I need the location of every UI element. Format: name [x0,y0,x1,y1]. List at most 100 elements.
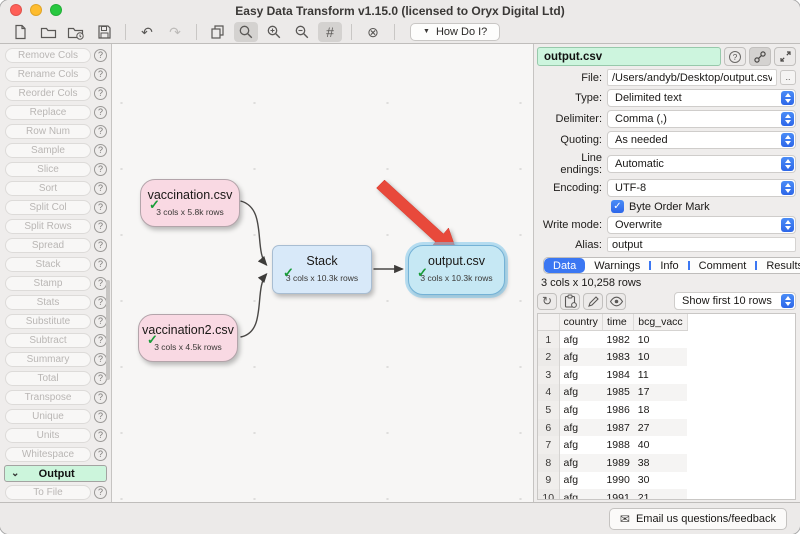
help-icon[interactable]: ? [94,163,107,176]
cell[interactable]: afg [559,454,602,472]
cell[interactable]: 17 [634,384,687,402]
cell[interactable]: 1987 [602,419,633,437]
help-icon[interactable]: ? [94,106,107,119]
sidebar-item-sample[interactable]: Sample [5,143,91,158]
cell[interactable]: 1985 [602,384,633,402]
cell[interactable]: 1982 [602,331,633,349]
email-feedback-button[interactable]: ✉ Email us questions/feedback [609,508,787,530]
cell[interactable]: 21 [634,489,687,500]
sidebar-item-slice[interactable]: Slice [5,162,91,177]
sidebar-item-to-file[interactable]: To File [5,485,91,500]
node-vaccination2-csv[interactable]: ✓ vaccination2.csv 3 cols x 4.5k rows [138,314,238,362]
help-icon[interactable]: ? [94,68,107,81]
preview-button[interactable] [606,293,626,310]
expand-button[interactable] [774,47,796,66]
edit-button[interactable] [583,293,603,310]
data-table[interactable]: country time bcg_vacc 1afg198210 2afg198… [537,313,796,500]
sidebar-item-whitespace[interactable]: Whitespace [5,447,91,462]
encoding-dropdown[interactable]: UTF-8 [607,179,796,197]
help-icon[interactable]: ? [94,429,107,442]
cell[interactable]: 38 [634,454,687,472]
refresh-button[interactable]: ↻ [537,293,557,310]
cell[interactable]: 1983 [602,348,633,366]
cell[interactable]: 10 [634,331,687,349]
help-icon[interactable]: ? [94,391,107,404]
cell[interactable]: 11 [634,366,687,384]
sidebar-item-summary[interactable]: Summary [5,352,91,367]
help-button[interactable]: ? [724,47,746,66]
flow-canvas[interactable]: ✓ vaccination.csv 3 cols x 5.8k rows ✓ S… [112,44,533,502]
quoting-dropdown[interactable]: As needed [607,131,796,149]
zoom-out-button[interactable] [290,22,314,42]
save-button[interactable] [92,22,116,42]
sidebar-scrollbar[interactable] [106,280,110,380]
help-icon[interactable]: ? [94,258,107,271]
browse-file-button[interactable]: .. [780,70,796,85]
cell[interactable]: 1988 [602,436,633,454]
sidebar-item-units[interactable]: Units [5,428,91,443]
help-icon[interactable]: ? [94,125,107,138]
sidebar-item-rename-cols[interactable]: Rename Cols [5,67,91,82]
help-icon[interactable]: ? [94,448,107,461]
byte-order-mark-checkbox[interactable]: ✓ [611,200,624,213]
cancel-button[interactable]: ⊗ [361,22,385,42]
file-path-input[interactable] [607,69,777,86]
copy-table-button[interactable] [560,293,580,310]
cell[interactable]: 10 [634,348,687,366]
cell[interactable]: afg [559,419,602,437]
cell[interactable]: afg [559,384,602,402]
cell[interactable]: 1986 [602,401,633,419]
toggle-grid-button[interactable]: # [318,22,342,42]
cell[interactable]: 1989 [602,454,633,472]
sidebar-item-remove-cols[interactable]: Remove Cols [5,48,91,63]
sidebar-item-substitute[interactable]: Substitute [5,314,91,329]
cell[interactable]: 1991 [602,489,633,500]
sidebar-item-stats[interactable]: Stats [5,295,91,310]
delimiter-dropdown[interactable]: Comma (,) [607,110,796,128]
sidebar-item-split-col[interactable]: Split Col [5,200,91,215]
node-name-input[interactable] [537,47,721,66]
help-icon[interactable]: ? [94,87,107,100]
tab-info[interactable]: Info [651,258,687,273]
tab-warnings[interactable]: Warnings [585,258,649,273]
line-endings-dropdown[interactable]: Automatic [607,155,796,173]
cell[interactable]: afg [559,489,602,500]
search-button[interactable] [234,22,258,42]
help-icon[interactable]: ? [94,239,107,252]
open-recent-button[interactable] [64,22,88,42]
help-icon[interactable]: ? [94,410,107,423]
node-output-csv[interactable]: ✓ output.csv 3 cols x 10.3k rows [408,245,505,295]
cell[interactable]: afg [559,401,602,419]
show-rows-dropdown[interactable]: Show first 10 rows [674,292,796,310]
tab-data[interactable]: Data [544,258,585,273]
sidebar-item-transpose[interactable]: Transpose [5,390,91,405]
cell[interactable]: afg [559,436,602,454]
tab-results[interactable]: Results [757,258,800,273]
sidebar-item-stack[interactable]: Stack [5,257,91,272]
sidebar-item-unique[interactable]: Unique [5,409,91,424]
col-header-country[interactable]: country [559,314,602,331]
tab-comment[interactable]: Comment [690,258,756,273]
cell[interactable]: 18 [634,401,687,419]
node-vaccination-csv[interactable]: ✓ vaccination.csv 3 cols x 5.8k rows [140,179,240,227]
sidebar-item-sort[interactable]: Sort [5,181,91,196]
cell[interactable]: afg [559,472,602,490]
sidebar-item-row-num[interactable]: Row Num [5,124,91,139]
col-header-time[interactable]: time [602,314,633,331]
cell[interactable]: 1990 [602,472,633,490]
sidebar-item-split-rows[interactable]: Split Rows [5,219,91,234]
alias-input[interactable] [607,237,796,252]
new-file-button[interactable] [8,22,32,42]
sidebar-item-total[interactable]: Total [5,371,91,386]
sidebar-section-output[interactable]: ⌄ Output [4,465,107,482]
sidebar-item-subtract[interactable]: Subtract [5,333,91,348]
zoom-in-button[interactable] [262,22,286,42]
node-stack[interactable]: ✓ Stack 3 cols x 10.3k rows [272,245,372,294]
sidebar-item-stamp[interactable]: Stamp [5,276,91,291]
cell[interactable]: 1984 [602,366,633,384]
cell[interactable]: 40 [634,436,687,454]
cell[interactable]: afg [559,331,602,349]
type-dropdown[interactable]: Delimited text [607,89,796,107]
how-do-i-button[interactable]: ▼ How Do I? [410,23,500,41]
sidebar-item-reorder-cols[interactable]: Reorder Cols [5,86,91,101]
